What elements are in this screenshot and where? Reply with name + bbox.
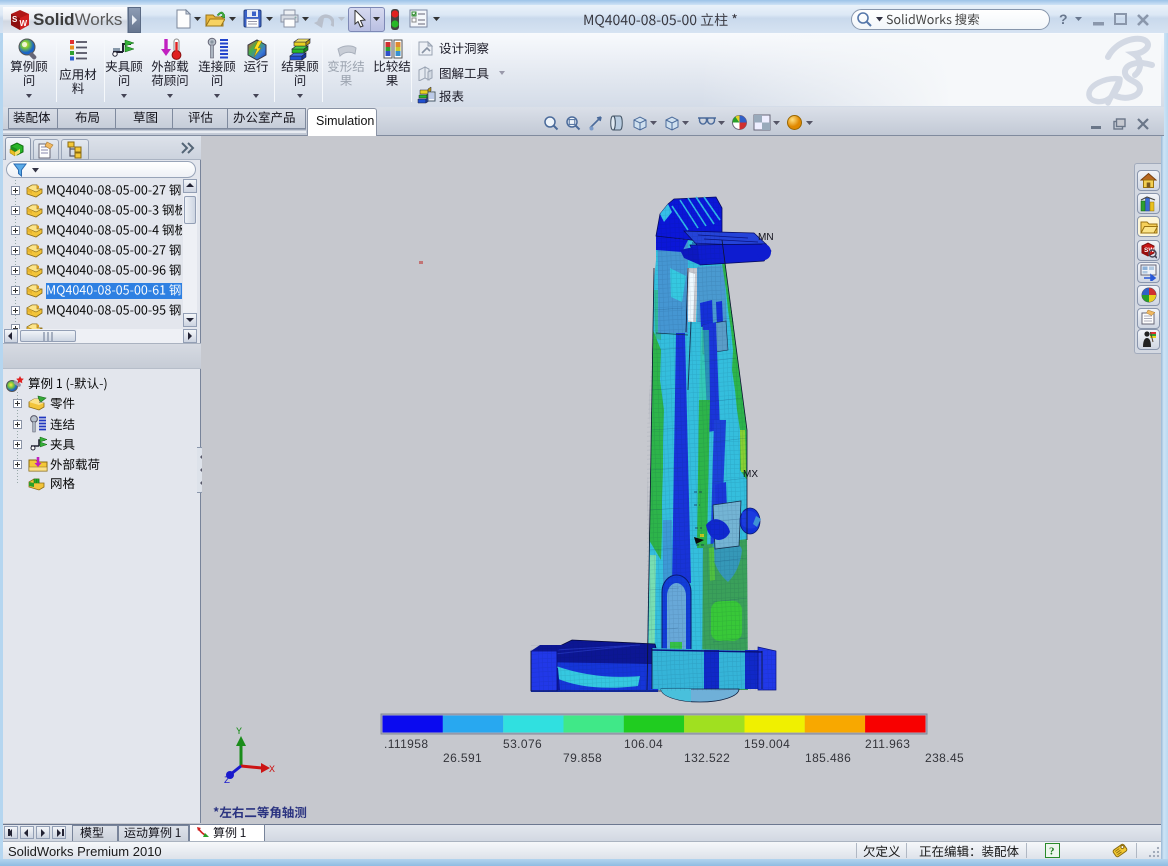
- svg-text:MX: MX: [743, 469, 758, 480]
- svg-text:79.858: 79.858: [563, 751, 602, 765]
- svg-text:MN: MN: [758, 232, 774, 243]
- svg-text:Z: Z: [224, 776, 230, 787]
- svg-text:53.076: 53.076: [503, 737, 542, 751]
- svg-text:26.591: 26.591: [443, 751, 482, 765]
- svg-text:?: ?: [1049, 846, 1055, 858]
- svg-text:238.45: 238.45: [925, 751, 964, 765]
- svg-text:211.963: 211.963: [865, 737, 910, 751]
- svg-text:132.522: 132.522: [684, 751, 730, 765]
- svg-text:106.04: 106.04: [624, 737, 663, 751]
- svg-text:.111958: .111958: [384, 737, 428, 751]
- svg-text:185.486: 185.486: [805, 751, 851, 765]
- svg-text:159.004: 159.004: [744, 737, 790, 751]
- svg-text:Y: Y: [236, 727, 242, 738]
- svg-text:X: X: [269, 765, 275, 776]
